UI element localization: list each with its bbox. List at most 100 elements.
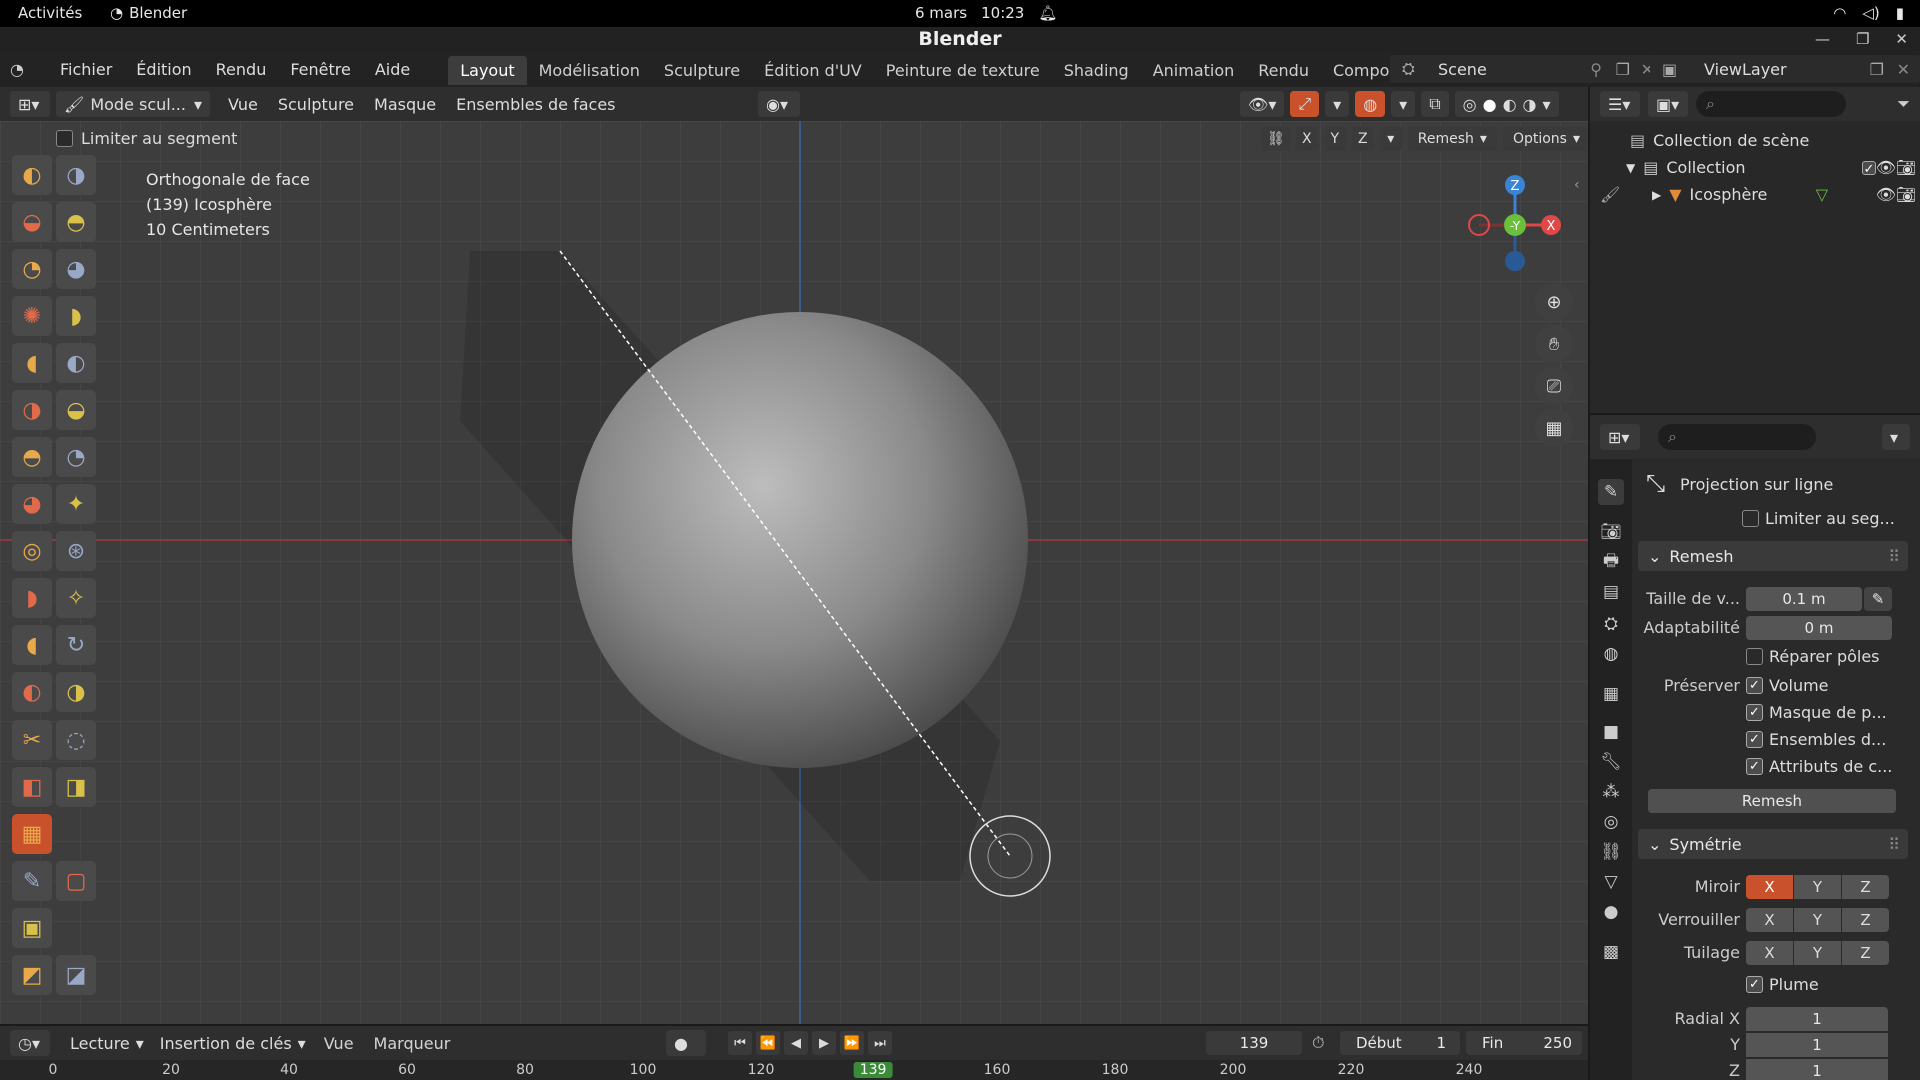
drag-handle-icon[interactable]: ⠿: [1888, 835, 1900, 854]
wireframe-shading-icon[interactable]: ◎: [1463, 95, 1477, 114]
tool-icon[interactable]: ✎: [1598, 479, 1624, 505]
radial-x-field[interactable]: 1: [1746, 1007, 1888, 1031]
outliner-editor-type[interactable]: ☰▾: [1600, 91, 1640, 117]
remesh-button[interactable]: Remesh: [1648, 789, 1896, 813]
cloth-tool-button[interactable]: ✂: [12, 720, 52, 760]
sym-y-toggle[interactable]: Y: [1323, 127, 1346, 151]
camera-icon[interactable]: 📷︎: [1896, 158, 1916, 177]
new-viewlayer-icon[interactable]: ❐: [1870, 60, 1884, 79]
timeline-ruler[interactable]: 0 20 40 60 80 100 120 139 160 180 200 220 240: [0, 1060, 1588, 1080]
start-frame-field[interactable]: Début 1: [1340, 1031, 1460, 1055]
activities-button[interactable]: Activités: [18, 4, 82, 22]
object-icon[interactable]: ■: [1598, 719, 1624, 745]
clay-thumb-tool-button[interactable]: ◔: [12, 249, 52, 289]
feather-row[interactable]: Plume: [1746, 975, 1819, 994]
menu-4[interactable]: Aide: [363, 60, 422, 79]
inflate-tool-button[interactable]: ✺: [12, 296, 52, 336]
preserve-attributes-row[interactable]: Attributs de c...: [1746, 757, 1892, 776]
material-shading-icon[interactable]: ◐: [1503, 95, 1517, 114]
rendered-shading-icon[interactable]: ◑: [1523, 95, 1537, 114]
workspace-tab-5[interactable]: Shading: [1052, 56, 1141, 85]
data-icon[interactable]: ▽: [1598, 869, 1624, 895]
material-icon[interactable]: ●: [1598, 899, 1624, 925]
blender-menu-icon[interactable]: ◔: [10, 60, 36, 79]
preserve-attributes-checkbox[interactable]: [1746, 758, 1763, 775]
mirror-z-button[interactable]: Z: [1842, 875, 1889, 899]
layer-tool-button[interactable]: ◕: [56, 249, 96, 289]
symmetry-icon[interactable]: ⛓: [1262, 127, 1290, 151]
viewport-menu-0[interactable]: Vue: [218, 95, 268, 114]
zoom-icon[interactable]: ⊕: [1535, 283, 1573, 321]
gizmo-toggle[interactable]: ⤢: [1290, 91, 1320, 117]
outliner-row-collection[interactable]: ▼ ▤ Collection 👁︎ 📷︎: [1590, 154, 1920, 181]
preserve-face-sets-row[interactable]: Ensembles d...: [1746, 730, 1886, 749]
workspace-tab-6[interactable]: Animation: [1141, 56, 1247, 85]
pose-tool-button[interactable]: ✧: [56, 578, 96, 618]
thumb-tool-button[interactable]: ◗: [12, 578, 52, 618]
preserve-volume-checkbox[interactable]: [1746, 677, 1763, 694]
overlay-dropdown[interactable]: ▾: [1391, 91, 1416, 117]
grab-tool-button[interactable]: ✦: [56, 484, 96, 524]
particles-icon[interactable]: ⁂: [1598, 779, 1624, 805]
stopwatch-icon[interactable]: ⏱: [1312, 1033, 1324, 1053]
draw-face-sets-tool-button[interactable]: ◨: [56, 767, 96, 807]
smooth-tool-button[interactable]: ◐: [56, 343, 96, 383]
exclude-checkbox[interactable]: [1862, 160, 1876, 175]
outliner-row-icosphere[interactable]: 🖌︎ ▶ ▼ Icosphère ▽ 👁︎ 📷︎: [1590, 181, 1920, 208]
view-layer-icon[interactable]: ▤: [1598, 579, 1624, 605]
symmetry-panel-header[interactable]: ⌄ Symétrie ⠿: [1638, 829, 1908, 859]
boundary-tool-button[interactable]: ◑: [56, 672, 96, 712]
playback-menu[interactable]: Lecture ▾: [62, 1030, 152, 1056]
new-scene-icon[interactable]: ❐: [1616, 60, 1630, 79]
multires-tool-button[interactable]: ▦: [12, 814, 52, 854]
multiplane-tool-button[interactable]: ◔: [56, 437, 96, 477]
close-icon[interactable]: ✕: [1895, 27, 1908, 51]
lock-x-button[interactable]: X: [1746, 908, 1793, 932]
rotate-tool-button[interactable]: ↻: [56, 625, 96, 665]
physics-icon[interactable]: ◎: [1598, 809, 1624, 835]
properties-editor-type[interactable]: ⊞▾: [1600, 424, 1640, 450]
viewlayer-selector[interactable]: ▣ ViewLayer ❐ ✕: [1650, 55, 1920, 83]
fix-poles-row[interactable]: Réparer pôles: [1746, 647, 1880, 666]
nudge-tool-button[interactable]: ◖: [12, 625, 52, 665]
limit-seg-checkbox[interactable]: [1742, 510, 1759, 527]
eyedropper-icon[interactable]: ✎: [1864, 587, 1892, 611]
properties-search-input[interactable]: ⌕: [1658, 424, 1816, 450]
lock-y-button[interactable]: Y: [1794, 908, 1841, 932]
voxel-size-field[interactable]: 0.1 m: [1746, 587, 1862, 611]
options-dropdown[interactable]: Options ▾: [1502, 127, 1588, 151]
menu-2[interactable]: Rendu: [204, 60, 279, 79]
radial-z-field[interactable]: 1: [1746, 1059, 1888, 1080]
box-face-set-tool-button[interactable]: ◩: [12, 955, 52, 995]
output-icon[interactable]: 🖶: [1598, 549, 1624, 575]
box-mask-tool-button[interactable]: ▢: [56, 861, 96, 901]
maximize-icon[interactable]: ❐: [1856, 27, 1869, 51]
timeline-editor-type[interactable]: ◷▾: [10, 1030, 50, 1056]
next-keyframe-icon[interactable]: ⏩: [840, 1031, 864, 1055]
menu-0[interactable]: Fichier: [48, 60, 124, 79]
auto-key-toggle[interactable]: ●: [666, 1030, 706, 1056]
slide-relax-tool-button[interactable]: ◐: [12, 672, 52, 712]
workspace-tab-1[interactable]: Modélisation: [527, 56, 652, 85]
snake-hook-tool-button[interactable]: ⊛: [56, 531, 96, 571]
shading-mode-buttons[interactable]: ◎ ● ◐ ◑ ▾: [1454, 91, 1559, 117]
delete-viewlayer-icon[interactable]: ✕: [1897, 60, 1910, 79]
navigation-gizmo[interactable]: Z X -Y: [1455, 161, 1575, 291]
preserve-mask-row[interactable]: Masque de p...: [1746, 703, 1887, 722]
lock-z-button[interactable]: Z: [1842, 908, 1889, 932]
properties-options-dropdown[interactable]: ▾: [1882, 424, 1910, 450]
timeline-marker-menu[interactable]: Marqueur: [364, 1034, 461, 1053]
elastic-tool-button[interactable]: ◎: [12, 531, 52, 571]
workspace-tab-3[interactable]: Édition d'UV: [752, 56, 874, 85]
clay-tool-button[interactable]: ◒: [12, 202, 52, 242]
sym-x-toggle[interactable]: X: [1295, 127, 1318, 151]
play-icon[interactable]: ▶: [812, 1031, 836, 1055]
jump-end-icon[interactable]: ⏭: [868, 1031, 892, 1055]
sym-dropdown[interactable]: ▾: [1379, 127, 1402, 151]
workspace-tab-4[interactable]: Peinture de texture: [874, 56, 1052, 85]
feather-checkbox[interactable]: [1746, 976, 1763, 993]
eye-icon[interactable]: 👁︎: [1876, 185, 1896, 204]
3d-viewport[interactable]: Limiter au segment ⛓ X Y Z ▾ Remesh ▾ Opt…: [0, 121, 1588, 1024]
constraints-icon[interactable]: ⛓: [1598, 839, 1624, 865]
render-icon[interactable]: 📷︎: [1598, 519, 1624, 545]
